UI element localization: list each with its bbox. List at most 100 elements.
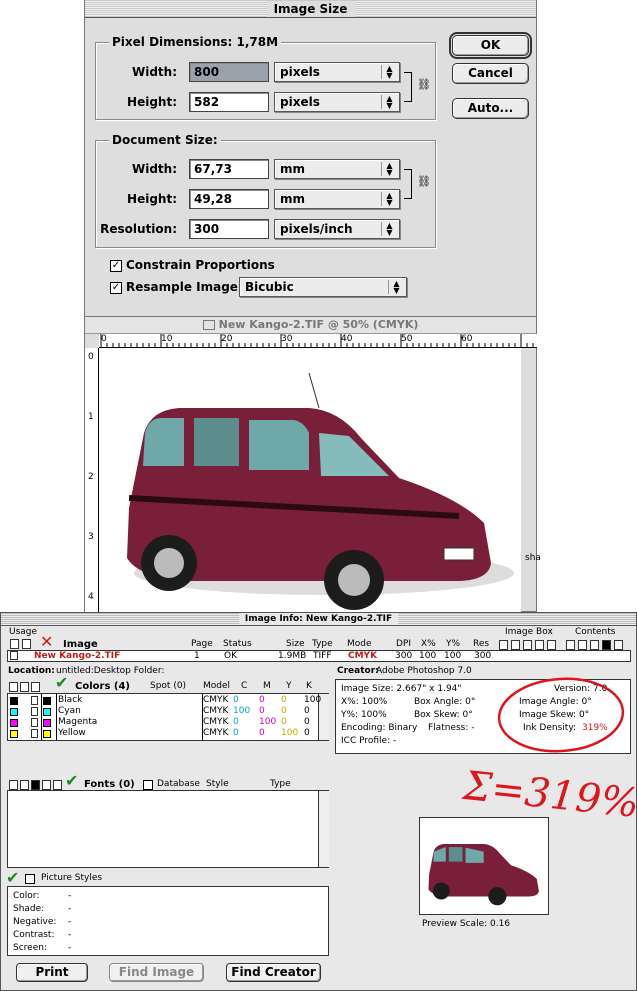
resolution-field[interactable]: 300 (189, 219, 269, 239)
contents-label: Contents (575, 627, 616, 637)
info-titlebar[interactable]: Image Info: New Kango-2.TIF (1, 613, 636, 626)
image-box-label: Image Box (505, 627, 553, 637)
style-screen-value: - (68, 943, 72, 953)
auto-button[interactable]: Auto... (452, 98, 529, 119)
encoding-stat: Encoding: Binary (341, 723, 418, 733)
car-image (127, 372, 514, 610)
col-image: Image (63, 639, 98, 650)
sort-icon[interactable] (9, 780, 18, 790)
ruler-v-label: 0 (88, 352, 94, 362)
resample-method-popup[interactable]: Bicubic ▲ ▼ (239, 277, 407, 297)
color-swatch (10, 730, 18, 738)
car-thumbnail (428, 844, 539, 906)
style-color-value: - (68, 891, 72, 901)
image-info-window: Image Info: New Kango-2.TIF Usage Image … (0, 612, 637, 991)
link-bracket (404, 169, 412, 199)
color-c: 0 (233, 728, 239, 738)
colors-label: Colors (4) (75, 681, 130, 692)
image-box-icon[interactable] (547, 640, 556, 650)
vertical-ruler: 0 1 2 3 4 (85, 348, 99, 613)
spot-label: Spot (0) (150, 681, 187, 691)
fonts-list[interactable] (7, 790, 329, 868)
contents-icon[interactable] (602, 640, 611, 650)
document-icon (31, 718, 38, 727)
pixel-height-field[interactable]: 582 (189, 92, 269, 112)
sort-icon[interactable] (31, 780, 40, 790)
document-icon[interactable] (10, 639, 19, 649)
ruler-h-label: 60 (461, 334, 473, 344)
row-dpi: 300 (395, 651, 413, 661)
table-row[interactable]: New Kango-2.TIF 1 OK 1.9MB TIFF CMYK 300… (7, 650, 631, 662)
updown-arrows-icon: ▲ ▼ (381, 95, 397, 110)
pixel-width-unit: pixels (280, 65, 320, 79)
find-creator-button[interactable]: Find Creator (226, 963, 321, 982)
document-canvas[interactable] (99, 348, 521, 613)
constrain-checkbox[interactable]: ✓ (110, 260, 122, 272)
contents-icon[interactable] (590, 640, 599, 650)
chain-link-icon: ⛓ (417, 78, 431, 91)
color-swatch (43, 730, 51, 738)
pixel-height-unit-popup[interactable]: pixels ▲ ▼ (274, 92, 400, 112)
color-y: 100 (281, 728, 299, 738)
sort-icon[interactable] (9, 682, 18, 692)
picture-styles-panel: Color: - Shade: - Negative: - Contrast: … (7, 886, 329, 956)
find-image-button[interactable]: Find Image (109, 963, 204, 982)
contents-icon[interactable] (578, 640, 587, 650)
m-header: M (263, 681, 271, 691)
style-negative-value: - (68, 917, 72, 927)
doc-width-unit-popup[interactable]: mm ▲ ▼ (274, 159, 400, 179)
dialog-titlebar[interactable]: Image Size (85, 0, 536, 18)
updown-arrows-icon: ▲ ▼ (381, 192, 397, 207)
flatness-stat: Flatness: - (428, 723, 475, 733)
document-icon (31, 729, 38, 738)
document-window: New Kango-2.TIF @ 50% (CMYK) 0 10 20 30 … (84, 316, 541, 613)
usage-label: Usage (9, 627, 38, 637)
pixel-width-field[interactable]: 800 (189, 62, 269, 82)
side-text: sha (525, 553, 541, 563)
cancel-button[interactable]: Cancel (452, 63, 529, 84)
color-k: 0 (304, 728, 310, 738)
image-box-icon[interactable] (499, 640, 508, 650)
sort-icon[interactable] (31, 682, 40, 692)
sort-icon[interactable] (20, 682, 29, 692)
print-button[interactable]: Print (16, 963, 88, 982)
database-checkbox[interactable] (143, 780, 153, 790)
preview-scale-text: Preview Scale: 0.16 (422, 919, 511, 929)
ruler-v-label: 2 (88, 472, 94, 482)
col-mode: Mode (347, 639, 372, 649)
sort-icon[interactable] (20, 780, 29, 790)
col-size: Size (286, 639, 305, 649)
color-name: Black (58, 695, 83, 705)
pixel-height-unit: pixels (280, 95, 320, 109)
doc-height-unit-popup[interactable]: mm ▲ ▼ (274, 189, 400, 209)
ruler-h-label: 30 (281, 334, 293, 344)
pixel-width-unit-popup[interactable]: pixels ▲ ▼ (274, 62, 400, 82)
contents-icon[interactable] (566, 640, 575, 650)
picture-styles-checkbox[interactable] (25, 874, 35, 884)
database-label: Database (157, 779, 200, 789)
type-label: Type (270, 779, 291, 789)
ruler-v-label: 4 (88, 592, 94, 602)
image-size-dialog: Image Size Pixel Dimensions: 1,78M Width… (84, 0, 537, 316)
image-box-icon[interactable] (535, 640, 544, 650)
row-y: 100 (444, 651, 462, 661)
picture-icon[interactable] (22, 639, 31, 649)
document-titlebar[interactable]: New Kango-2.TIF @ 50% (CMYK) (85, 317, 536, 334)
pixel-height-label: Height: (127, 95, 177, 109)
contents-icon[interactable] (614, 640, 623, 650)
color-name: Magenta (58, 717, 98, 727)
color-swatch (10, 697, 18, 705)
doc-height-field[interactable]: 49,28 (189, 189, 269, 209)
fonts-scrollbar[interactable] (318, 791, 329, 867)
creator-value: Adobe Photoshop 7.0 (376, 666, 472, 676)
sort-icon[interactable] (42, 780, 51, 790)
resample-checkbox[interactable]: ✓ (110, 282, 122, 294)
sort-icon[interactable] (53, 780, 62, 790)
ok-button[interactable]: OK (449, 32, 532, 59)
style-contrast-label: Contrast: (13, 930, 55, 940)
resample-method: Bicubic (245, 280, 294, 294)
resolution-unit-popup[interactable]: pixels/inch ▲ ▼ (274, 219, 400, 239)
doc-width-field[interactable]: 67,73 (189, 159, 269, 179)
image-box-icon[interactable] (511, 640, 520, 650)
image-box-icon[interactable] (523, 640, 532, 650)
